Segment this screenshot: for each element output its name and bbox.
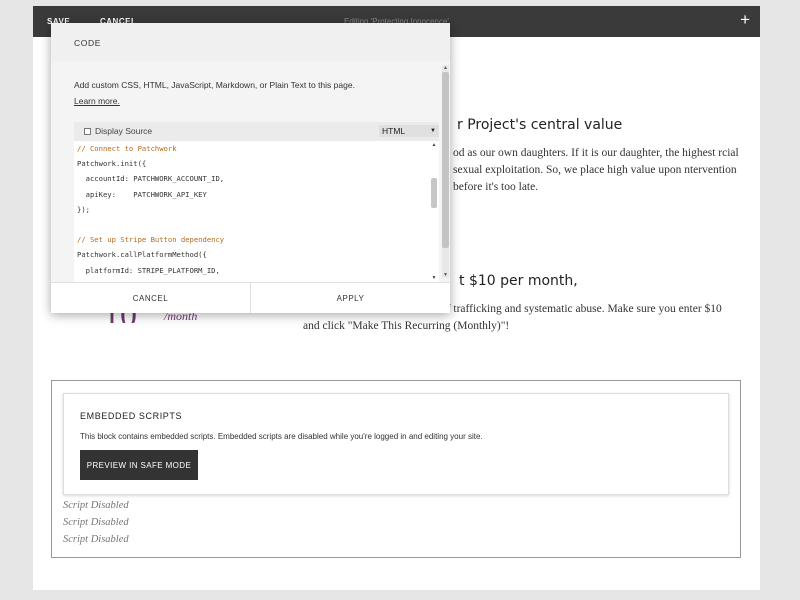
language-select-value: HTML <box>382 126 406 136</box>
embedded-scripts-description: This block contains embedded scripts. Em… <box>80 432 483 441</box>
scroll-up-icon[interactable]: ▲ <box>442 65 449 71</box>
code-editor[interactable]: // Connect to Patchwork Patchwork.init({ … <box>74 141 429 282</box>
display-source-checkbox[interactable] <box>84 127 91 135</box>
code-description: Add custom CSS, HTML, JavaScript, Markdo… <box>74 77 414 109</box>
script-disabled-list: Script Disabled Script Disabled Script D… <box>63 497 129 548</box>
scroll-up-icon[interactable]: ▲ <box>429 142 439 148</box>
code-line: Patchwork.callPlatformMethod({ <box>77 250 207 260</box>
embedded-scripts-block[interactable]: EMBEDDED SCRIPTS This block contains emb… <box>51 380 741 558</box>
dialog-title: CODE <box>74 38 101 48</box>
central-value-text: od as our own daughters. If it is our da… <box>453 147 739 193</box>
dialog-scrollbar[interactable]: ▲ ▼ <box>442 65 449 278</box>
code-line: // Connect to Patchwork <box>77 144 177 153</box>
code-line: apiKey: PATCHWORK_API_KEY <box>77 189 207 199</box>
learn-more-link[interactable]: Learn more. <box>74 96 120 106</box>
embedded-scripts-card: EMBEDDED SCRIPTS This block contains emb… <box>63 393 729 495</box>
dialog-footer: CANCEL APPLY <box>51 282 450 313</box>
dialog-header[interactable]: CODE <box>51 23 450 61</box>
scrollbar-thumb[interactable] <box>442 72 449 248</box>
code-editor-scrollbar[interactable]: ▲ ▼ <box>429 141 439 282</box>
central-value-heading: r Project's central value <box>457 117 623 133</box>
code-line: }); <box>77 204 90 214</box>
script-disabled-label: Script Disabled <box>63 534 129 545</box>
code-line: // Set up Stripe Button dependency <box>77 235 225 245</box>
preview-safe-mode-button[interactable]: PREVIEW IN SAFE MODE <box>80 450 198 480</box>
code-line: accountId: PATCHWORK_ACCOUNT_ID, <box>77 174 225 184</box>
code-block-dialog: CODE Add custom CSS, HTML, JavaScript, M… <box>51 23 450 313</box>
embedded-scripts-title: EMBEDDED SCRIPTS <box>80 411 183 421</box>
plus-icon[interactable]: + <box>740 11 750 28</box>
script-disabled-label: Script Disabled <box>63 517 129 528</box>
dialog-body: Add custom CSS, HTML, JavaScript, Markdo… <box>51 61 450 282</box>
apply-button[interactable]: APPLY <box>250 283 450 313</box>
chevron-down-icon: ▼ <box>430 128 436 134</box>
code-description-text: Add custom CSS, HTML, JavaScript, Markdo… <box>74 80 355 90</box>
language-select[interactable]: HTML ▼ <box>379 125 439 137</box>
dialog-cancel-button[interactable]: CANCEL <box>51 283 250 313</box>
scroll-down-icon[interactable]: ▼ <box>429 275 439 281</box>
code-toolbar: Display Source HTML ▼ <box>74 122 439 141</box>
scrollbar-thumb[interactable] <box>431 178 437 208</box>
display-source-toggle[interactable]: Display Source <box>84 126 152 136</box>
script-disabled-label: Script Disabled <box>63 500 129 511</box>
monthly-heading: t $10 per month, <box>459 273 578 289</box>
scroll-down-icon[interactable]: ▼ <box>442 272 449 278</box>
code-line: platformId: STRIPE_PLATFORM_ID, <box>77 265 220 275</box>
code-editor-panel: Display Source HTML ▼ // Connect to Patc… <box>74 122 439 282</box>
display-source-label: Display Source <box>95 126 153 136</box>
code-line: Patchwork.init({ <box>77 159 147 169</box>
